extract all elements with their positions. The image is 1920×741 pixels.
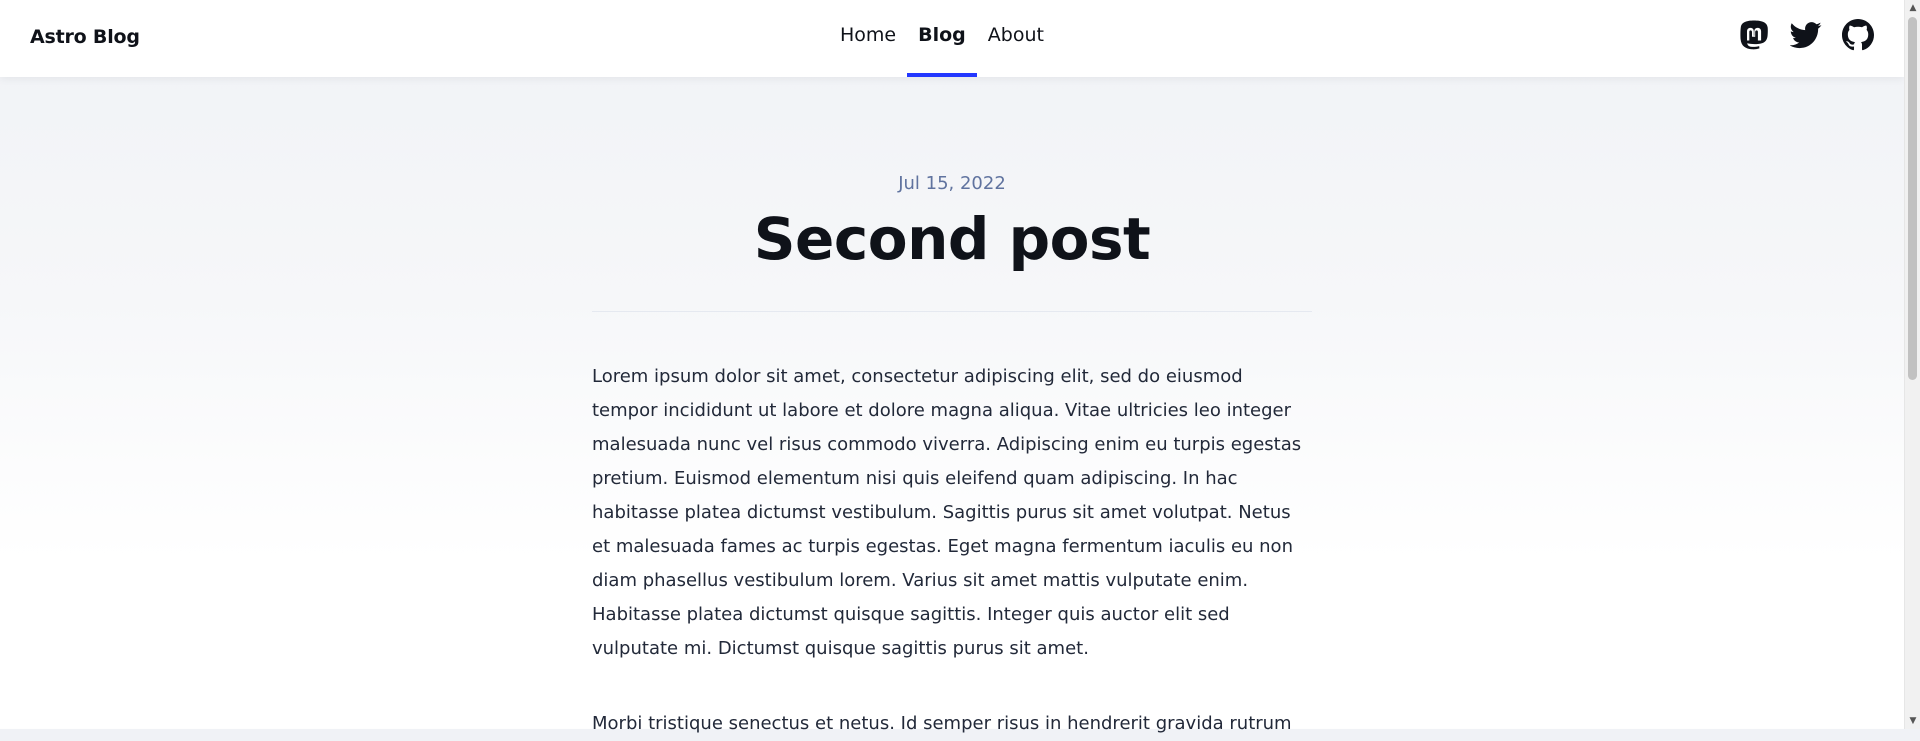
site-title-link[interactable]: Astro Blog [30, 0, 140, 74]
scroll-down-arrow-icon[interactable]: ▼ [1905, 713, 1920, 729]
page: Astro Blog Home Blog About Jul 15, 2022 … [0, 0, 1904, 734]
nav-home-link[interactable]: Home [829, 0, 907, 77]
nav-about-link[interactable]: About [977, 0, 1055, 77]
twitter-link[interactable] [1790, 19, 1822, 51]
github-icon [1842, 19, 1874, 51]
site-header: Astro Blog Home Blog About [0, 0, 1904, 77]
vertical-scrollbar[interactable]: ▲ ▼ [1904, 0, 1920, 729]
mastodon-icon [1740, 20, 1768, 50]
nav-blog-link[interactable]: Blog [907, 0, 977, 77]
scrollbar-thumb[interactable] [1908, 17, 1917, 380]
github-link[interactable] [1842, 19, 1874, 51]
post-paragraph: Morbi tristique senectus et netus. Id se… [592, 713, 1292, 734]
mastodon-link[interactable] [1738, 19, 1770, 51]
post-paragraph: Lorem ipsum dolor sit amet, consectetur … [592, 366, 1302, 659]
main-nav: Home Blog About [829, 0, 1055, 77]
title-divider [592, 311, 1312, 312]
twitter-icon [1790, 22, 1822, 49]
post-date: Jul 15, 2022 [898, 173, 1006, 194]
scroll-up-arrow-icon[interactable]: ▲ [1905, 0, 1920, 16]
social-links [1738, 19, 1874, 51]
post-title: Second post [753, 205, 1151, 273]
